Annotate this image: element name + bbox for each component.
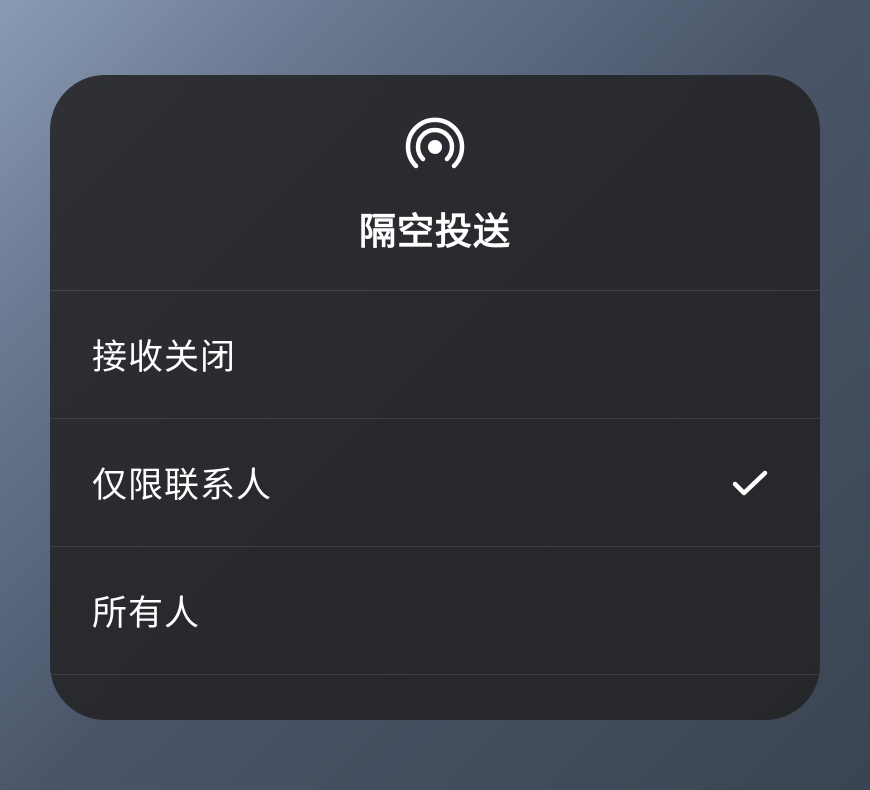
option-label: 仅限联系人 [92, 457, 272, 508]
panel-title: 隔空投送 [359, 201, 511, 255]
option-receiving-off[interactable]: 接收关闭 [50, 291, 820, 419]
option-everyone[interactable]: 所有人 [50, 547, 820, 675]
option-label: 接收关闭 [92, 329, 236, 380]
airdrop-icon [403, 115, 467, 179]
bottom-spacer [50, 675, 820, 720]
option-contacts-only[interactable]: 仅限联系人 [50, 419, 820, 547]
airdrop-panel: 隔空投送 接收关闭 仅限联系人 所有人 [50, 75, 820, 720]
option-label: 所有人 [92, 585, 200, 636]
checkmark-icon [732, 465, 768, 501]
panel-header: 隔空投送 [50, 75, 820, 291]
